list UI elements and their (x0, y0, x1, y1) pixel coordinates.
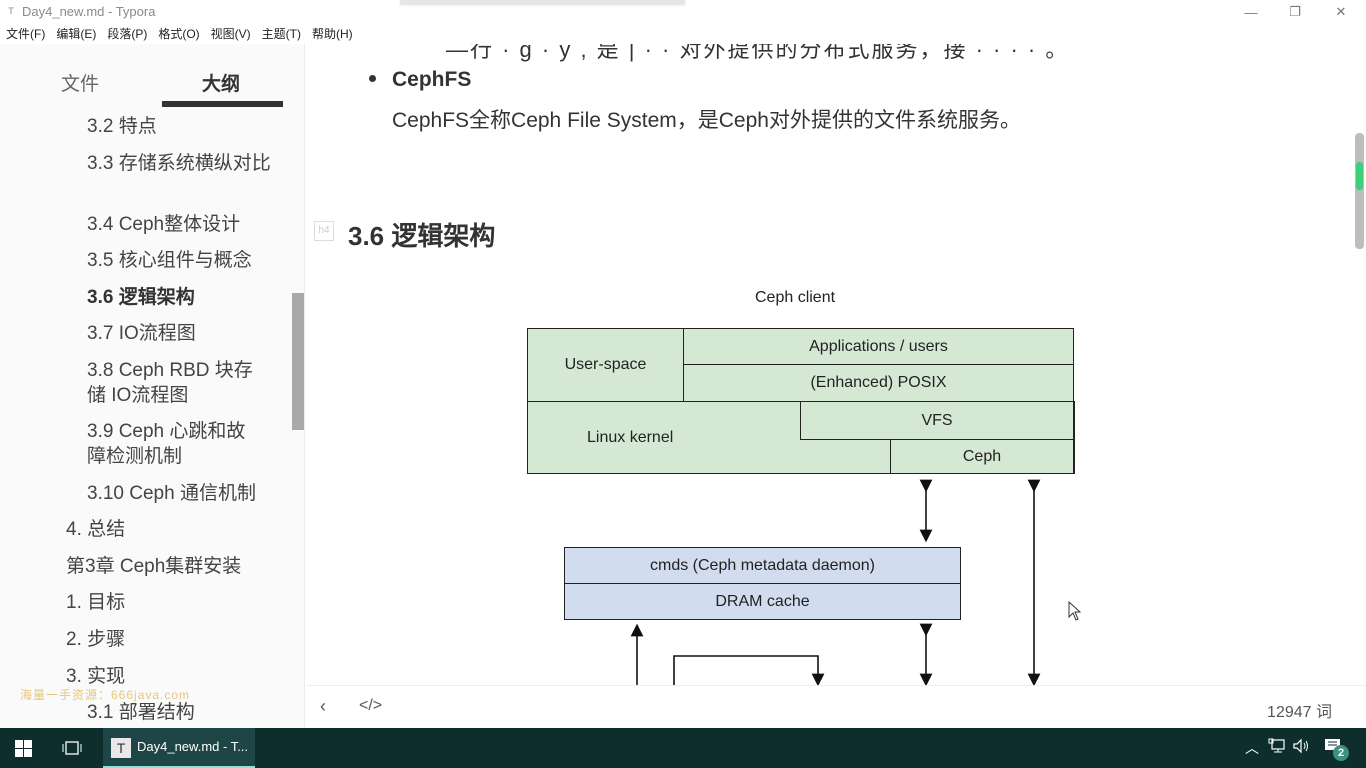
outline-item[interactable]: 3.10 Ceph 通信机制 (87, 481, 277, 506)
outline-item[interactable]: 第3章 Ceph集群安装 (66, 554, 286, 579)
outline-item[interactable]: 4. 总结 (66, 517, 286, 542)
active-tab-indicator (162, 101, 283, 107)
menu-paragraph[interactable]: 段落(P) (101, 24, 152, 44)
menu-theme[interactable]: 主题(T) (256, 24, 306, 44)
sidebar-scrollbar[interactable] (292, 293, 304, 430)
word-count[interactable]: 12947 词 (1267, 698, 1332, 722)
notification-count-badge: 2 (1333, 745, 1349, 761)
outline-item[interactable]: 3.3 存储系统横纵对比 (87, 151, 272, 176)
outline-item[interactable]: 2. 步骤 (66, 627, 286, 652)
menu-bar: 文件(F) 编辑(E) 段落(P) 格式(O) 视图(V) 主题(T) 帮助(H… (0, 24, 358, 44)
ceph-logical-architecture-diagram: Ceph client User-space Applications / us… (306, 44, 1352, 685)
restore-icon: ❐ (1289, 4, 1301, 19)
outline-item[interactable]: 3.9 Ceph 心跳和故障检测机制 (87, 419, 262, 469)
typora-icon: T (111, 738, 131, 758)
outline-item[interactable]: 3.5 核心组件与概念 (87, 248, 277, 273)
editor[interactable]: —行 · g · y , 是 | · · 对外提供的分布式服务，接 · · · … (306, 44, 1352, 685)
outline-item[interactable]: 3.4 Ceph整体设计 (87, 212, 277, 237)
menu-view[interactable]: 视图(V) (205, 24, 256, 44)
status-bar: ‹ </> 12947 词 (306, 685, 1366, 728)
editor-scrollbar-thumb[interactable] (1356, 162, 1363, 190)
floating-tab-peek (400, 0, 685, 4)
task-view-icon[interactable] (62, 740, 82, 756)
menu-help[interactable]: 帮助(H) (306, 24, 358, 44)
editor-scrollbar[interactable] (1355, 133, 1364, 249)
menu-format[interactable]: 格式(O) (152, 24, 204, 44)
sidebar: 文件 大纲 3.2 特点 3.3 存储系统横纵对比 3.4 Ceph整体设计 3… (0, 44, 305, 728)
outline-item[interactable]: 3.7 IO流程图 (87, 321, 277, 346)
mouse-cursor-icon (1068, 601, 1082, 621)
toggle-sidebar-icon[interactable]: ‹ (320, 696, 326, 717)
network-icon[interactable] (1268, 738, 1286, 757)
close-button[interactable]: ✕ (1318, 0, 1364, 24)
outline-item[interactable]: 1. 目标 (66, 590, 286, 615)
maximize-button[interactable]: ❐ (1272, 0, 1318, 24)
title-bar: T Day4_new.md - Typora — ❐ ✕ (0, 0, 1366, 24)
arrow-loop (673, 655, 825, 685)
taskbar: T Day4_new.md - T... ︿ (0, 728, 1366, 768)
outline-item-active[interactable]: 3.6 逻辑架构 (87, 285, 277, 310)
tab-outline[interactable]: 大纲 (202, 69, 240, 96)
tab-files[interactable]: 文件 (61, 69, 99, 96)
minimize-button[interactable]: — (1228, 0, 1274, 24)
outline-item[interactable]: 3.8 Ceph RBD 块存储 IO流程图 (87, 358, 262, 408)
taskbar-app-label: Day4_new.md - T... (137, 739, 249, 754)
minimize-icon: — (1244, 4, 1258, 20)
menu-edit[interactable]: 编辑(E) (50, 24, 101, 44)
outline-item[interactable]: 3.2 特点 (87, 114, 277, 139)
close-icon: ✕ (1335, 4, 1347, 19)
typora-app-icon: T (8, 6, 14, 16)
outline-item[interactable]: 3.1 部署结构 (87, 700, 277, 725)
menu-file[interactable]: 文件(F) (0, 24, 50, 44)
source-code-mode-icon[interactable]: </> (359, 697, 382, 715)
window-title: Day4_new.md - Typora (22, 4, 156, 19)
taskbar-app-typora[interactable]: T Day4_new.md - T... (103, 728, 255, 768)
watermark: 海量一手资源：666java.com (20, 688, 191, 702)
diagram-arrows (630, 479, 1041, 685)
volume-icon[interactable] (1292, 738, 1312, 757)
show-hidden-icons-chevron-icon[interactable]: ︿ (1245, 738, 1259, 758)
windows-start-icon[interactable] (15, 740, 32, 757)
